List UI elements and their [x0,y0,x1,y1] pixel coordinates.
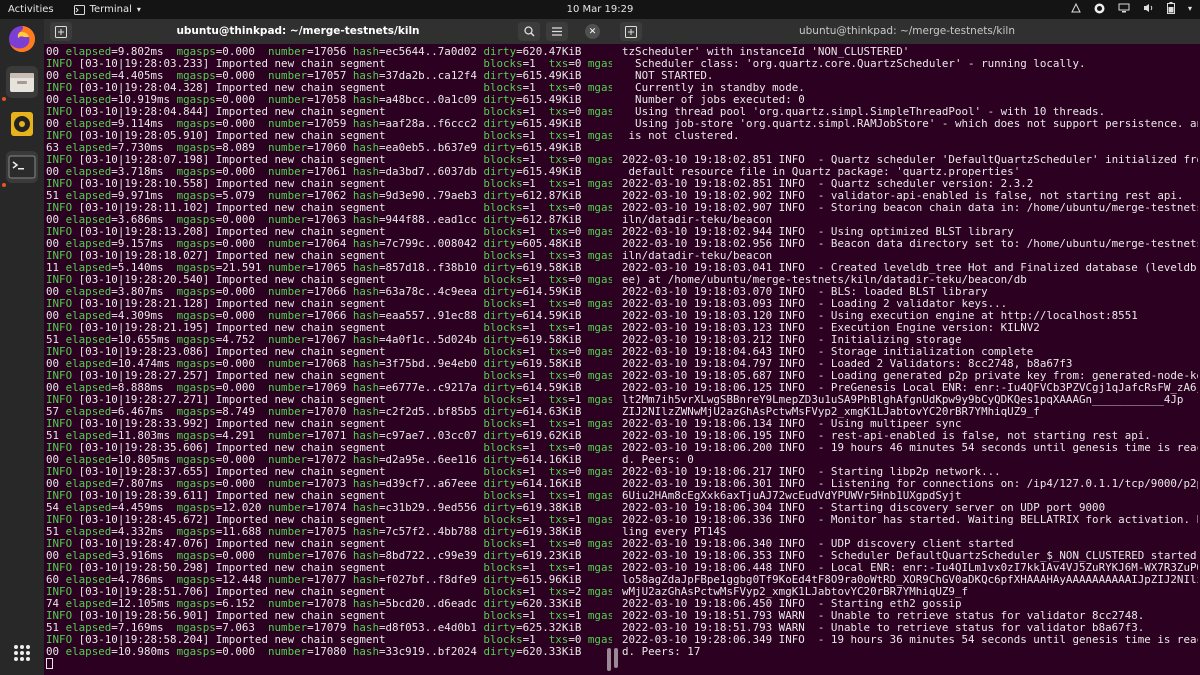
menu-button[interactable] [546,22,568,41]
scrollbar[interactable] [614,648,618,668]
files-icon [10,73,34,92]
log-key: mgas [587,225,612,238]
log-key: mgas [587,201,612,214]
log-line: is not clustered. [622,129,740,142]
notification-icon[interactable] [1071,3,1081,13]
close-button[interactable]: ✕ [585,24,600,39]
terminal-cursor [46,658,53,669]
log-key: mgas [587,249,612,262]
new-tab-icon [55,25,67,38]
window-title: ubuntu@thinkpad: ~/merge-testnets/kiln [176,25,420,37]
log-key: mgas [587,297,612,310]
log-key: mgas [587,321,612,334]
new-tab-button[interactable] [50,22,72,41]
log-key: mgas [587,585,612,598]
log-text: =620.33KiB [516,645,582,658]
search-button[interactable] [518,22,540,41]
log-key: mgasps [176,645,216,658]
log-text: =10.980ms [111,645,177,658]
log-key: mgas [587,465,612,478]
log-key: dirty [483,645,517,658]
log-key: mgas [587,513,612,526]
scrollbar[interactable] [607,648,611,671]
log-key: hash [352,645,379,658]
log-text: 00 [46,645,66,658]
window-title: ubuntu@thinkpad: ~/merge-testnets/kiln [798,25,1015,37]
log-line: 2022-03-10 19:18:06.200 INFO - 19 hours … [622,441,1198,454]
search-icon [523,26,535,37]
log-key: mgas [587,393,612,406]
app-name: Terminal [89,4,132,15]
terminal-output[interactable]: tzScheduler' with instanceId 'NON_CLUSTE… [622,46,1198,672]
log-key: mgas [587,153,612,166]
log-key: mgas [587,537,612,550]
log-text: =17080 [307,645,353,658]
dock-firefox[interactable] [6,23,38,55]
new-tab-icon [625,25,637,38]
log-key: mgas [587,345,612,358]
terminal-window-right[interactable]: ubuntu@thinkpad: ~/merge-testnets/kiln t… [612,19,1200,675]
system-tray[interactable]: ▾ [1071,2,1192,14]
terminal-icon [8,155,36,179]
terminal-window-left[interactable]: ubuntu@thinkpad: ~/merge-testnets/kiln ✕… [44,19,612,675]
header-bar: ubuntu@thinkpad: ~/merge-testnets/kiln ✕ [44,19,612,44]
log-key: mgas [587,633,612,646]
log-key: mgas [587,273,612,286]
show-apps-icon [14,645,30,661]
log-line: d. Peers: 17 [622,645,701,658]
log-key: mgas [587,177,612,190]
log-key: number [268,645,308,658]
top-bar: Activities Terminal ▾ 10 Mar 19:29 ▾ [0,0,1200,19]
hamburger-menu-icon [552,27,562,36]
activities-button[interactable]: Activities [0,4,54,15]
battery-icon[interactable] [1166,2,1175,14]
log-line: 2022-03-10 19:28:06.349 INFO - 19 hours … [622,633,1198,646]
log-key: mgas [587,129,612,142]
log-key: mgas [587,57,612,70]
dock [0,19,44,675]
rhythmbox-icon [11,112,33,136]
log-key: mgas [587,81,612,94]
new-tab-button[interactable] [620,22,642,41]
log-key: mgas [587,369,612,382]
log-key: elapsed [65,645,112,658]
log-key: mgas [587,105,612,118]
dock-terminal[interactable] [6,151,38,183]
dock-rhythmbox[interactable] [6,108,38,140]
close-icon: ✕ [588,26,597,37]
log-key: mgas [587,609,612,622]
volume-icon[interactable] [1143,3,1154,13]
running-indicator [2,97,6,101]
dock-files[interactable] [6,66,38,98]
network-icon[interactable] [1118,3,1130,13]
running-indicator [2,183,6,187]
terminal-small-icon [73,4,85,15]
clock[interactable]: 10 Mar 19:29 [0,4,1200,15]
header-bar: ubuntu@thinkpad: ~/merge-testnets/kiln [612,19,1200,44]
log-key: mgas [587,441,612,454]
log-key: mgas [587,561,612,574]
log-text: =33c919..bf2024 [379,645,484,658]
log-key: mgas [587,489,612,502]
log-line: 00 elapsed=10.980ms mgasps=0.000 number=… [46,646,612,658]
dock-show-apps[interactable] [6,637,38,669]
dropbox-icon[interactable] [1094,3,1105,14]
log-text: =0.000 [215,645,268,658]
chevron-down-icon[interactable]: ▾ [1188,4,1192,13]
app-menu[interactable]: Terminal ▾ [73,4,141,15]
terminal-output[interactable]: 00 elapsed=9.802ms mgasps=0.000 number=1… [46,46,612,672]
firefox-icon [9,26,35,52]
log-key: mgas [587,417,612,430]
chevron-down-icon: ▾ [136,5,141,14]
